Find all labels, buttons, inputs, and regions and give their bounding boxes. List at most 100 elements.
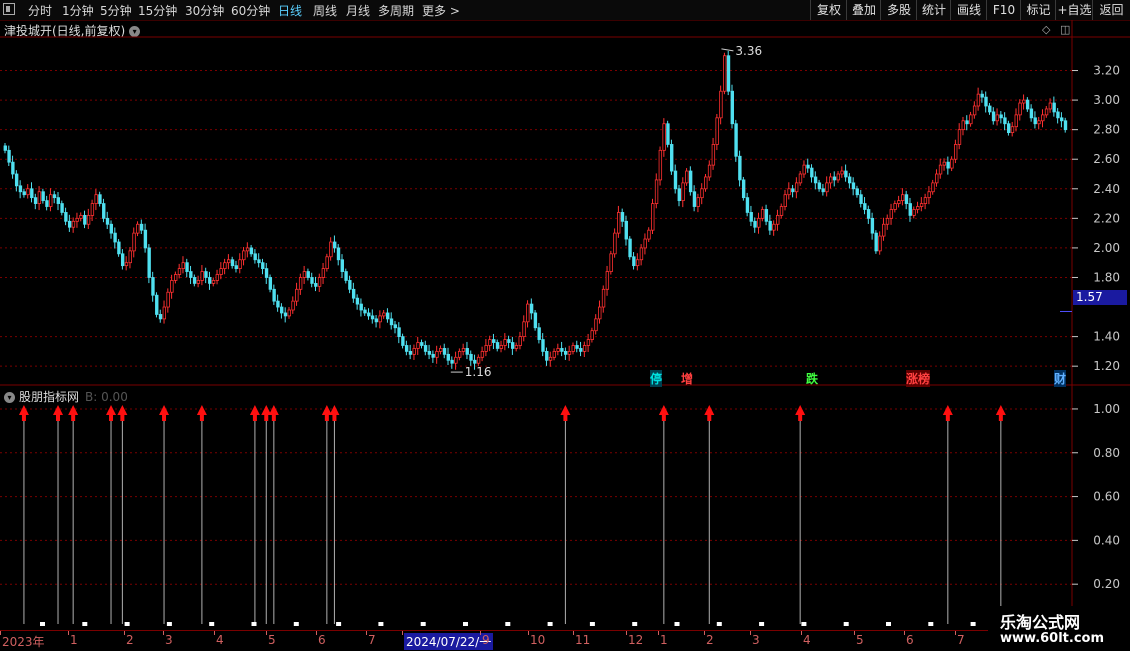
candle-body: [370, 315, 375, 320]
period-tab[interactable]: 30分钟: [185, 2, 224, 19]
candle-body: [821, 188, 825, 193]
period-tab[interactable]: 更多 >: [422, 2, 460, 19]
event-marker[interactable]: 财: [1054, 370, 1067, 387]
signal-arrow: [117, 404, 128, 421]
candle-body: [738, 155, 742, 181]
candle-body: [22, 191, 26, 196]
period-tab[interactable]: 日线: [278, 2, 302, 19]
period-tab[interactable]: 5分钟: [100, 2, 132, 19]
candle-body: [151, 277, 155, 296]
candle-body: [90, 203, 95, 216]
period-tab[interactable]: 15分钟: [138, 2, 177, 19]
chevron-down-icon[interactable]: ▾: [129, 26, 141, 37]
candle-body: [86, 214, 91, 225]
candle-body: [601, 288, 606, 308]
period-tab[interactable]: 月线: [346, 2, 370, 19]
candle-body: [495, 342, 500, 349]
candle-body: [79, 214, 83, 219]
candle-body: [734, 123, 738, 157]
candle-body: [692, 191, 697, 207]
candle-body: [105, 217, 110, 225]
split-window-icon[interactable]: ◫: [1060, 23, 1070, 36]
candle-body: [98, 194, 102, 204]
candle-body: [208, 277, 212, 284]
candle-body: [52, 194, 57, 199]
indicator-title: ▾ 股朋指标网 B: 0.00: [4, 388, 128, 405]
candle-body: [776, 214, 780, 225]
baseline-dot: [505, 622, 511, 626]
signal-arrow: [106, 404, 117, 421]
toolbar-button[interactable]: F10: [986, 0, 1021, 20]
period-tab[interactable]: 多周期: [378, 2, 414, 19]
candle-body: [389, 318, 394, 326]
candle-body: [367, 312, 371, 317]
candle-body: [560, 348, 564, 352]
price-tick-label: 3.00: [1093, 93, 1120, 107]
candle-body: [772, 223, 776, 231]
candle-body: [143, 229, 148, 249]
period-tab[interactable]: 周线: [313, 2, 337, 19]
price-tick-label: 2.40: [1093, 182, 1120, 196]
date-tick: [626, 631, 627, 635]
period-tab[interactable]: 60分钟: [231, 2, 270, 19]
candle-body: [166, 291, 170, 308]
toolbar-button[interactable]: 标记: [1020, 0, 1056, 20]
candle-body: [109, 223, 114, 234]
event-marker[interactable]: 停: [650, 370, 663, 387]
candle-body: [810, 167, 814, 178]
baseline-dot: [970, 622, 976, 626]
chevron-down-icon[interactable]: ▾: [4, 392, 15, 403]
event-marker[interactable]: 涨榜: [906, 370, 931, 387]
candle-body: [836, 173, 841, 181]
window-menu-icon[interactable]: [3, 3, 15, 15]
kline-chart[interactable]: 3.20 3.00 2.80 2.60 2.40 2.20 2.00 1.80 1.40 1.20…: [0, 0, 1130, 650]
diamond-icon[interactable]: ◇: [1042, 23, 1050, 36]
date-tick-label: 2024/07/22/一: [404, 633, 494, 650]
candle-body: [927, 191, 931, 199]
price-tick-label: 1.20: [1093, 359, 1120, 373]
candle-body: [988, 105, 992, 113]
toolbar-button[interactable]: 统计: [916, 0, 951, 20]
baseline-dot: [674, 622, 680, 626]
candle-body: [461, 348, 466, 352]
toolbar-button[interactable]: 叠加: [846, 0, 881, 20]
toolbar-button[interactable]: 复权: [810, 0, 847, 20]
signal-arrow: [658, 404, 669, 421]
baseline-dot: [928, 622, 934, 626]
candle-body: [840, 170, 844, 175]
candle-body: [253, 253, 257, 261]
candle-body: [280, 306, 284, 314]
candle-body: [696, 197, 700, 207]
toolbar-button[interactable]: 返回: [1092, 0, 1130, 20]
indicator-value: B: 0.00: [85, 390, 128, 404]
candle-body: [764, 209, 769, 222]
candle-body: [711, 144, 716, 166]
candle-body: [900, 194, 905, 202]
price-tick-label: 2.60: [1093, 152, 1120, 166]
candle-body: [67, 220, 72, 228]
candle-body: [317, 277, 322, 287]
toolbar-button[interactable]: 多股: [880, 0, 917, 20]
candle-body: [136, 223, 140, 234]
candle-body: [647, 229, 651, 240]
candle-body: [75, 217, 79, 222]
price-tick-label: 2.20: [1093, 211, 1120, 225]
candle-body: [741, 179, 746, 199]
candle-body: [1048, 102, 1053, 110]
baseline-dot: [378, 622, 384, 626]
signal-arrow: [261, 404, 272, 421]
indicator-tick-label: 0.40: [1093, 533, 1120, 547]
signal-arrow: [795, 404, 806, 421]
candle-body: [1010, 126, 1015, 134]
period-tab[interactable]: 分时: [28, 2, 52, 19]
event-marker[interactable]: 增: [681, 370, 693, 387]
toolbar-button[interactable]: +自选: [1055, 0, 1093, 20]
candle-body: [897, 200, 901, 204]
period-tab[interactable]: 1分钟: [62, 2, 94, 19]
candle-body: [427, 350, 432, 355]
toolbar-button[interactable]: 画线: [950, 0, 987, 20]
candle-body: [609, 253, 613, 272]
event-marker[interactable]: 跌: [806, 370, 818, 387]
candle-body: [158, 314, 163, 320]
date-tick-label: 7: [368, 633, 376, 647]
